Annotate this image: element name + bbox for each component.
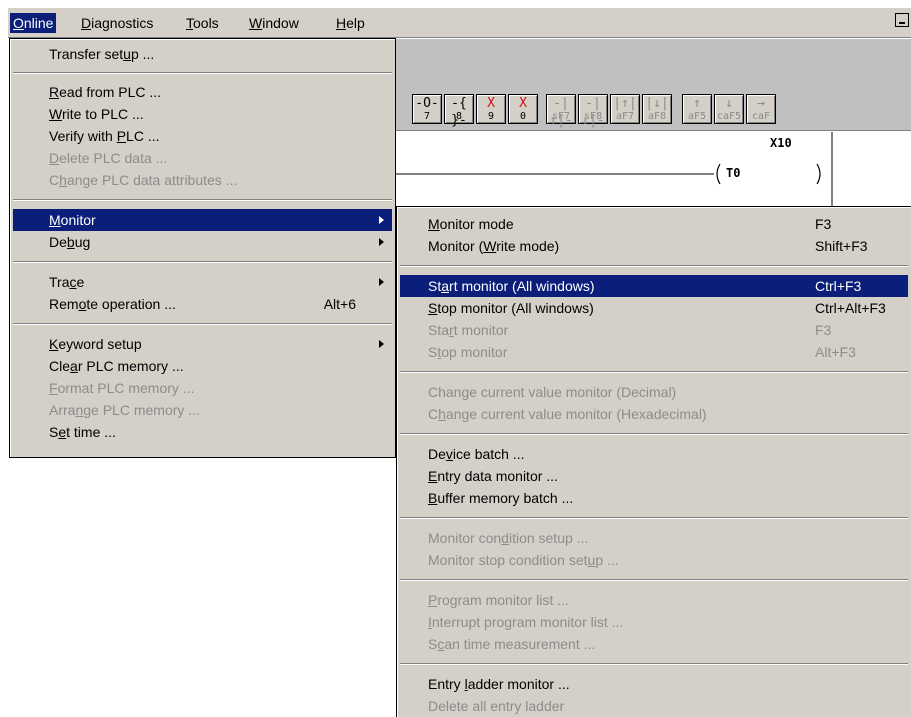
menu-item-start-monitor-all[interactable]: Start monitor (All windows) Ctrl+F3 (400, 275, 908, 297)
toolbar-button-falling-edge[interactable]: -|↓|- sF8 (578, 94, 608, 128)
menu-item-set-time[interactable]: Set time ... (13, 421, 392, 443)
menu-item-change-value-hex: Change current value monitor (Hexadecima… (428, 406, 707, 422)
menu-item-device-batch[interactable]: Device batch ... (400, 443, 908, 465)
menu-item-entry-ladder-monitor[interactable]: Entry ladder monitor ... (400, 673, 908, 695)
window-controls (893, 13, 909, 30)
menu-item-scan-time: Scan time measurement ... (428, 636, 596, 652)
menu-item-arrange-plc-memory: Arrange PLC memory ... (49, 402, 200, 418)
menu-item-read-from-plc[interactable]: Read from PLC ... (13, 81, 392, 103)
menu-item-trace[interactable]: Trace (13, 271, 392, 293)
menu-window[interactable]: Window (246, 13, 302, 33)
toolbar-button-coil[interactable]: -O- 7 (412, 94, 442, 124)
ladder-editor[interactable]: X10 T0 (396, 132, 911, 210)
submenu-arrow-icon (379, 238, 384, 246)
ladder-rung (396, 132, 833, 210)
menu-item-delete-all-entry-ladder: Delete all entry ladder (428, 698, 565, 714)
menu-item-verify-with-plc[interactable]: Verify with PLC ... (13, 125, 392, 147)
menu-item-stop-monitor: Stop monitor Alt+F3 (428, 344, 856, 360)
menu-item-monitor-condition-setup: Monitor condition setup ... (428, 530, 589, 546)
menu-separator (13, 261, 392, 263)
menu-item-monitor[interactable]: Monitor (13, 209, 392, 231)
menu-item-write-to-plc[interactable]: Write to PLC ... (13, 103, 392, 125)
menu-item-clear-plc-memory[interactable]: Clear PLC memory ... (13, 355, 392, 377)
menu-separator (13, 72, 392, 74)
menu-online[interactable]: Online (10, 13, 57, 33)
mdi-client-area (396, 39, 911, 87)
toolbar-button-rising-pulse[interactable]: |↑| aF7 (610, 94, 640, 124)
toolbar-button-rising-edge[interactable]: -|↑|- sF7 (546, 94, 576, 128)
menu-separator (400, 433, 908, 435)
toolbar-button-up[interactable]: ↑ aF5 (682, 94, 712, 124)
menu-item-stop-monitor-all[interactable]: Stop monitor (All windows) Ctrl+Alt+F3 (400, 297, 908, 319)
menu-item-delete-plc-data: Delete PLC data ... (49, 150, 168, 166)
menu-diagnostics[interactable]: Diagnostics (78, 13, 156, 33)
menu-item-monitor-write-mode[interactable]: Monitor (Write mode) Shift+F3 (400, 235, 908, 257)
menu-separator (400, 663, 908, 665)
menu-separator (13, 199, 392, 201)
menu-item-monitor-mode[interactable]: Monitor mode F3 (400, 213, 908, 235)
submenu-arrow-icon (379, 340, 384, 348)
minimize-icon[interactable] (895, 13, 909, 27)
toolbar-button-down[interactable]: ↓ caF5 (714, 94, 744, 124)
toolbar-button-delete-line[interactable]: X9 (476, 94, 506, 124)
menu-item-monitor-stop-condition: Monitor stop condition setup ... (428, 552, 619, 568)
menu-bar: Online Diagnostics Tools Window Help (8, 8, 911, 38)
menu-item-program-monitor-list: Program monitor list ... (428, 592, 569, 608)
menu-item-change-plc-attributes: Change PLC data attributes ... (49, 172, 238, 188)
menu-item-entry-data-monitor[interactable]: Entry data monitor ... (400, 465, 908, 487)
menu-separator (400, 517, 908, 519)
menu-item-keyword-setup[interactable]: Keyword setup (13, 333, 392, 355)
menu-item-format-plc-memory: Format PLC memory ... (49, 380, 195, 396)
menu-item-remote-operation[interactable]: Remote operation ... Alt+6 (13, 293, 392, 315)
menu-item-change-value-decimal: Change current value monitor (Decimal) (428, 384, 677, 400)
menu-item-buffer-memory-batch[interactable]: Buffer memory batch ... (400, 487, 908, 509)
toolbar-button-function[interactable]: -{ }- 8 (444, 94, 474, 128)
menu-item-transfer-setup[interactable]: Transfer setup ... (13, 43, 392, 65)
contact-label: X10 (770, 136, 792, 150)
menu-separator (400, 265, 908, 267)
menu-separator (400, 371, 908, 373)
ladder-toolbar: -O- 7 -{ }- 8 X9 X0 -|↑|- sF7 -|↓|- sF8 |↑| a… (396, 87, 911, 131)
menu-tools[interactable]: Tools (183, 13, 222, 33)
menu-item-debug[interactable]: Debug (13, 231, 392, 253)
toolbar-button-delete[interactable]: X0 (508, 94, 538, 124)
toolbar-button-falling-pulse[interactable]: |↓| aF8 (642, 94, 672, 124)
submenu-arrow-icon (379, 278, 384, 286)
coil-label: T0 (726, 166, 741, 180)
submenu-arrow-icon (379, 216, 384, 224)
menu-help[interactable]: Help (333, 13, 368, 33)
toolbar-button-right[interactable]: → caF (746, 94, 776, 124)
menu-item-start-monitor: Start monitor F3 (428, 322, 832, 338)
monitor-submenu: Monitor mode F3 Monitor (Write mode) Shift… (396, 206, 911, 717)
menu-item-interrupt-program-list: Interrupt program monitor list ... (428, 614, 624, 630)
online-menu: Transfer setup ... Read from PLC ... Wri… (9, 38, 396, 458)
menu-separator (13, 323, 392, 325)
menu-separator (400, 579, 908, 581)
